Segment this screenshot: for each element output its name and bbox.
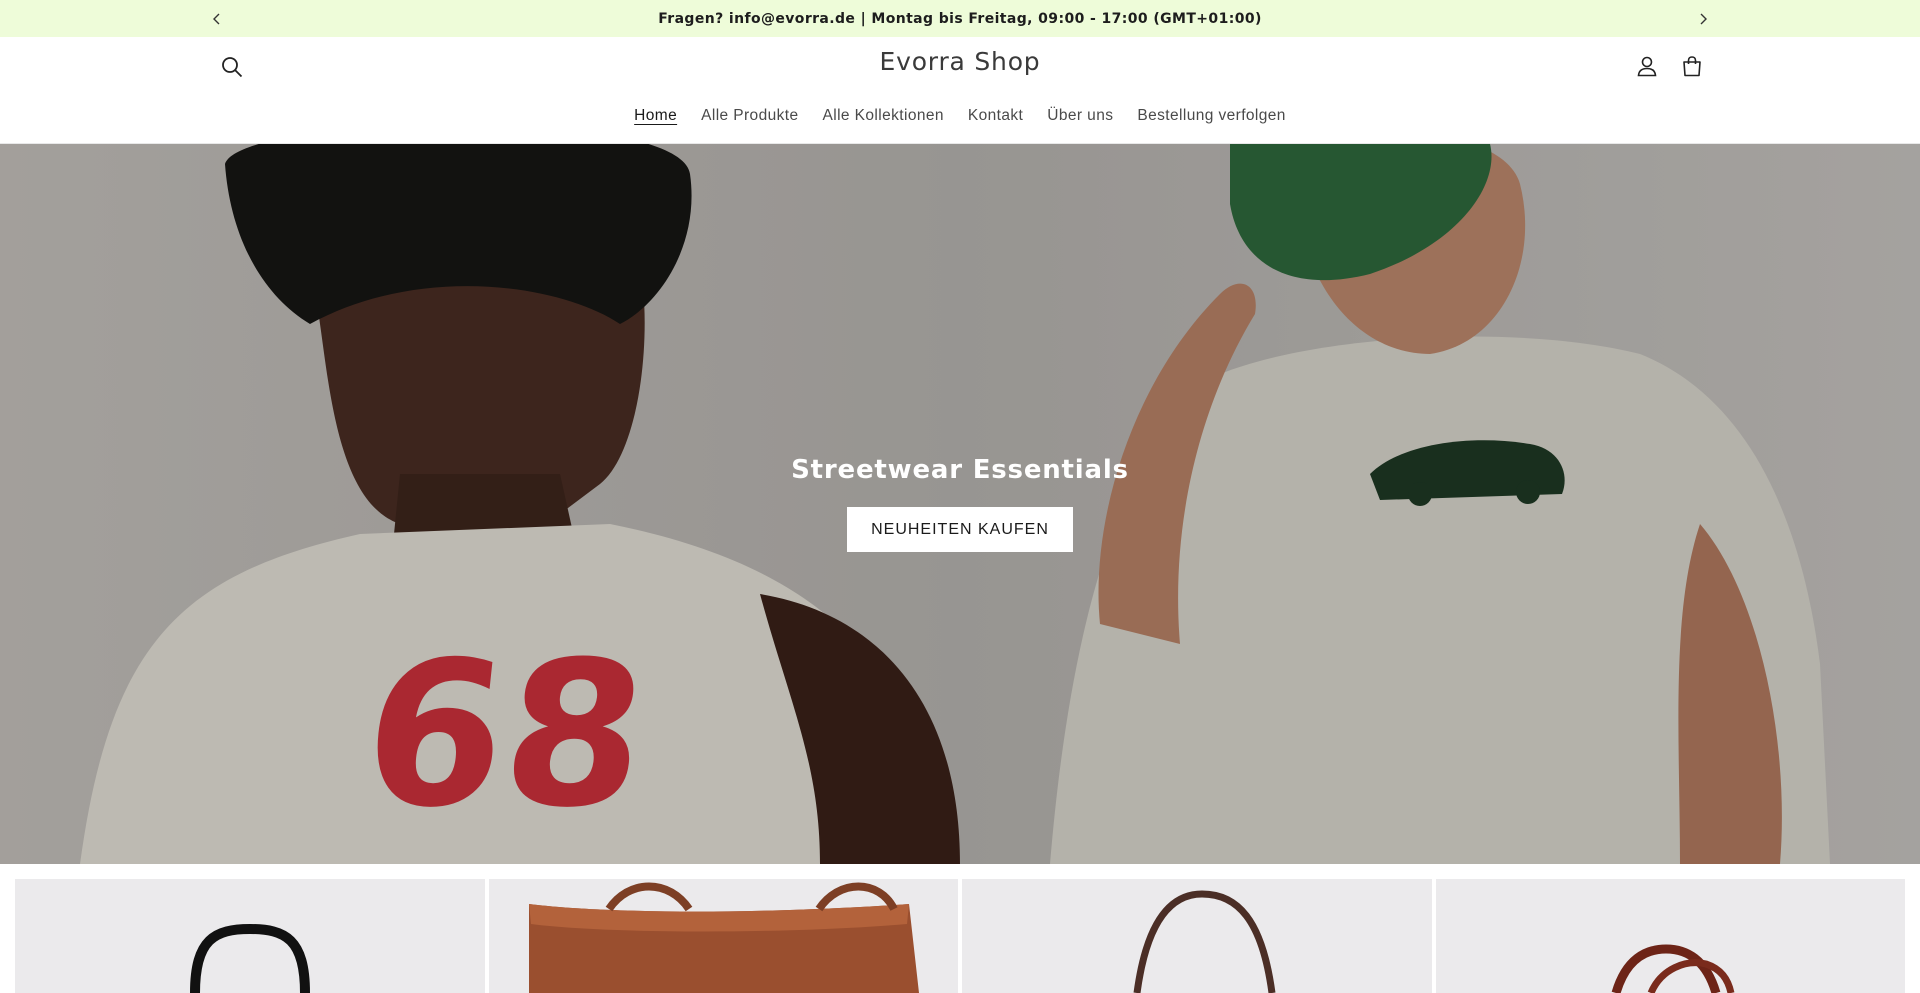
main-nav: Home Alle Produkte Alle Kollektionen Kon… — [0, 107, 1920, 125]
hero-title: Streetwear Essentials — [791, 455, 1129, 485]
product-grid — [15, 879, 1905, 993]
announcement-bar: Fragen? info@evorra.de | Montag bis Frei… — [0, 0, 1920, 37]
nav-item-bestellung-verfolgen[interactable]: Bestellung verfolgen — [1125, 107, 1297, 125]
hero-banner: 68 Streetwear Essentials NEUHEITEN KAUFE… — [0, 144, 1920, 864]
nav-item-alle-produkte[interactable]: Alle Produkte — [689, 107, 810, 125]
cart-icon[interactable] — [1676, 50, 1708, 82]
hero-overlay — [0, 144, 1920, 864]
announcement-text: Fragen? info@evorra.de | Montag bis Frei… — [658, 10, 1262, 27]
shop-new-arrivals-button[interactable]: NEUHEITEN KAUFEN — [847, 507, 1073, 552]
product-card-brown-leather-tote[interactable] — [488, 879, 958, 993]
nav-item-ueber-uns[interactable]: Über uns — [1035, 107, 1125, 125]
product-card-dark-brown-bag[interactable] — [962, 879, 1432, 993]
chevron-left-icon[interactable] — [202, 0, 232, 37]
site-header: Evorra Shop Home Alle Produkte Alle Koll… — [0, 37, 1920, 144]
nav-item-home[interactable]: Home — [622, 107, 689, 125]
logo-link[interactable]: Evorra Shop — [880, 47, 1041, 76]
chevron-right-icon[interactable] — [1688, 0, 1718, 37]
dark-brown-bag-image — [1133, 890, 1276, 993]
account-icon[interactable] — [1631, 50, 1663, 82]
nav-item-kontakt[interactable]: Kontakt — [956, 107, 1035, 125]
product-card-black-bag[interactable] — [15, 879, 485, 993]
burgundy-bag-image — [1611, 944, 1734, 993]
nav-item-alle-kollektionen[interactable]: Alle Kollektionen — [811, 107, 956, 125]
brown-tote-image — [528, 882, 919, 993]
black-bag-image — [190, 923, 310, 993]
product-card-burgundy-bag[interactable] — [1435, 879, 1905, 993]
search-icon[interactable] — [216, 51, 248, 83]
